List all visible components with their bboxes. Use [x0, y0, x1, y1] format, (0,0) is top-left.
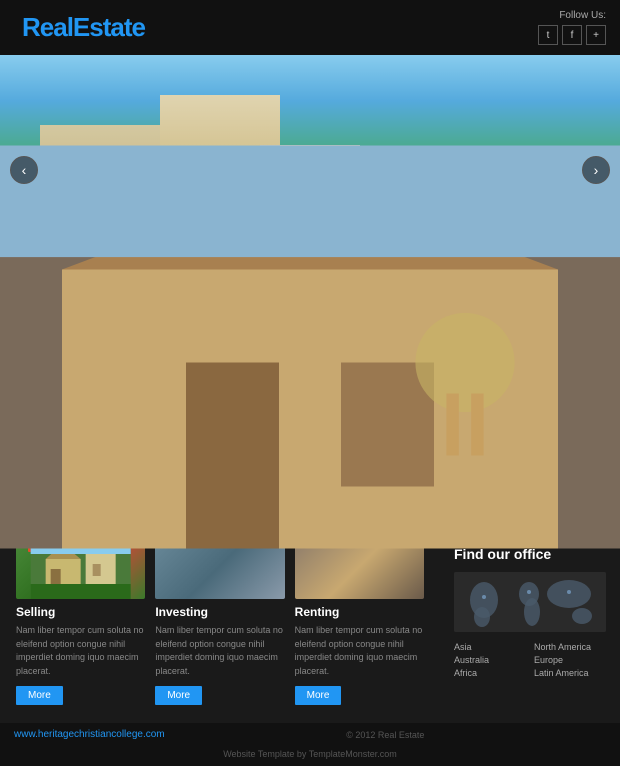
- renting-svg: [295, 534, 424, 599]
- renting-card: Renting Nam liber tempor cum soluta no e…: [295, 534, 424, 705]
- footer-template-by: Website Template by TemplateMonster.com: [223, 749, 397, 759]
- left-column: Welcome message! Real Estate is one of f…: [0, 319, 440, 723]
- world-map: [454, 572, 606, 632]
- renting-card-image: [295, 534, 424, 599]
- footer-bottom: Website Template by TemplateMonster.com: [0, 746, 620, 766]
- main-content: Welcome message! Real Estate is one of f…: [0, 319, 620, 723]
- footer-url: www.heritagechristiancollege.com: [14, 729, 165, 740]
- footer-copyright: © 2012 Real Estate: [346, 730, 424, 740]
- next-button[interactable]: ›: [582, 156, 610, 184]
- property-cards: FOR SALE Selling Nam libe: [16, 534, 424, 705]
- prev-button[interactable]: ‹: [10, 156, 38, 184]
- world-map-svg: [454, 572, 606, 632]
- footer: www.heritagechristiancollege.com © 2012 …: [0, 723, 620, 746]
